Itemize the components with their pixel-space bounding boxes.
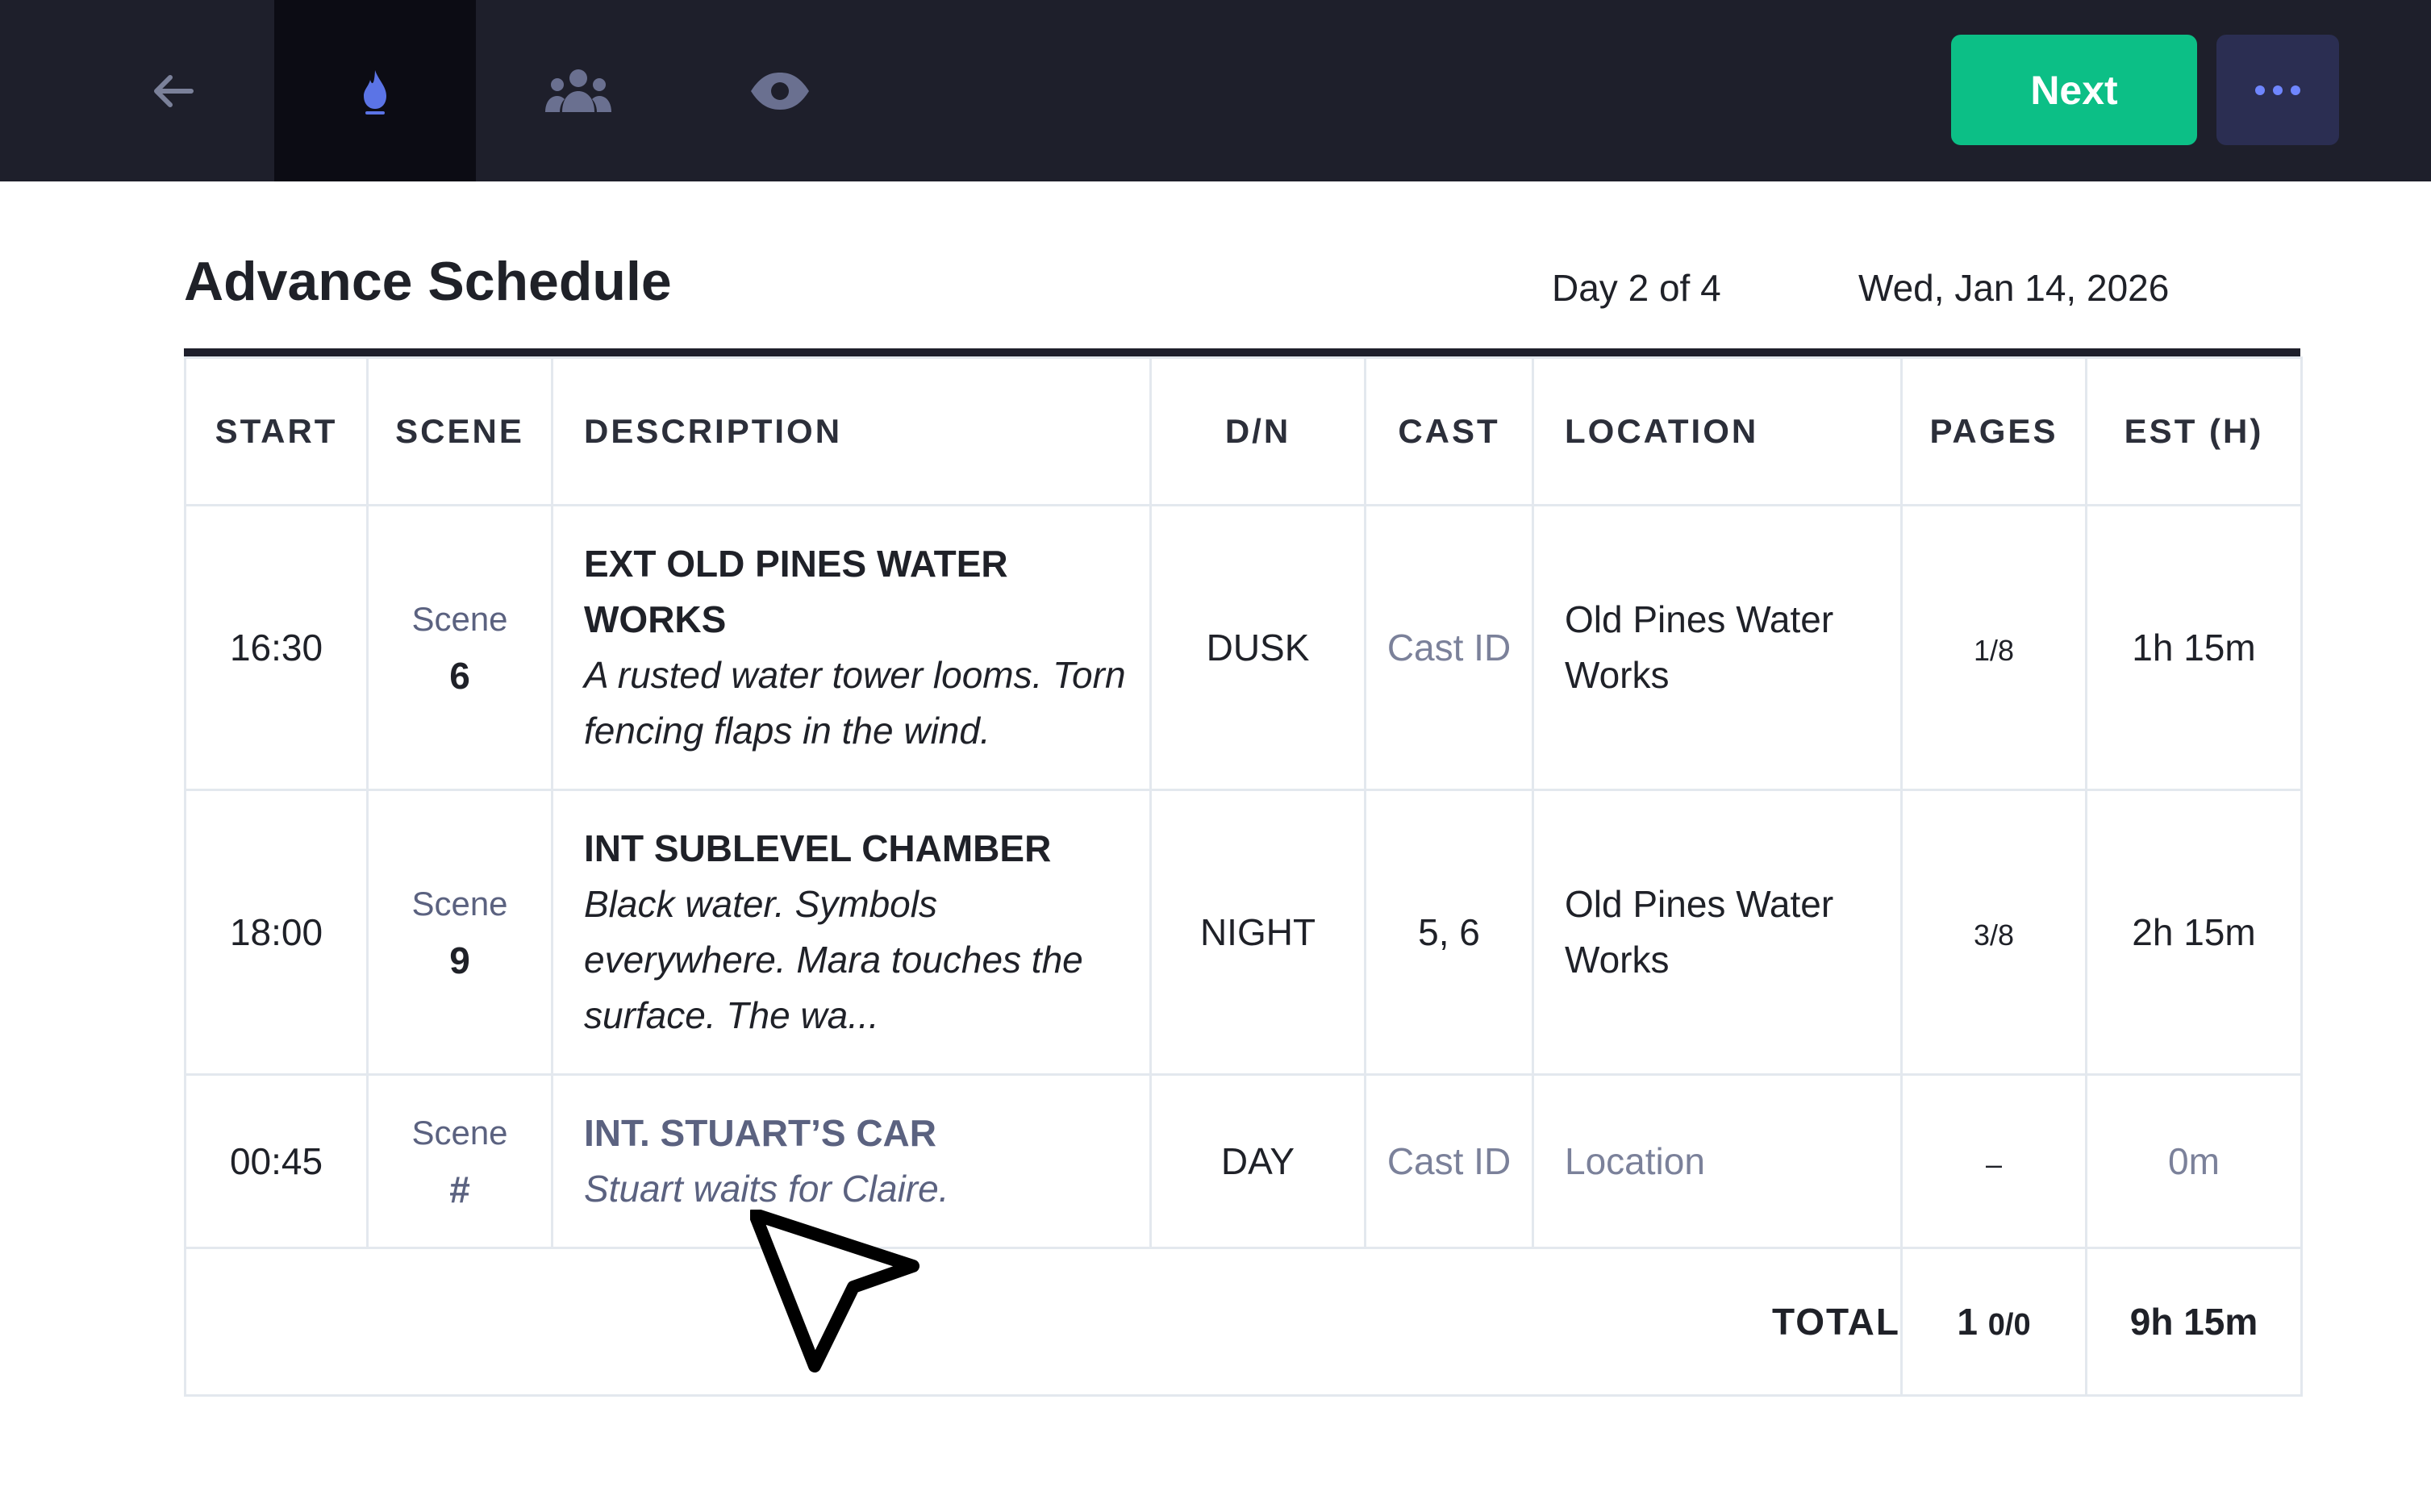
- scene-label: Scene: [411, 885, 508, 923]
- table-row[interactable]: 18:00 Scene 9 INT SUBLEVEL CHAMBER Black…: [184, 789, 2303, 1076]
- cast-placeholder: Cast ID: [1386, 627, 1512, 669]
- top-toolbar: Next: [0, 0, 2431, 181]
- scene-heading: INT. STUART’S CAR: [584, 1112, 936, 1154]
- more-options-button[interactable]: [2216, 35, 2339, 145]
- cast-cell[interactable]: Cast ID: [1364, 1073, 1534, 1249]
- scene-number: 9: [449, 939, 470, 981]
- scene-heading: INT SUBLEVEL CHAMBER: [584, 827, 1052, 869]
- total-label: TOTAL: [184, 1247, 1903, 1397]
- scene-number: 6: [449, 655, 470, 697]
- scene-synopsis: Stuart waits for Claire.: [584, 1168, 949, 1210]
- next-button[interactable]: Next: [1951, 35, 2197, 145]
- scene-heading: EXT OLD PINES WATER WORKS: [584, 543, 1008, 640]
- scene-cell[interactable]: Scene #: [366, 1073, 553, 1249]
- day-night-cell[interactable]: NIGHT: [1149, 789, 1366, 1076]
- start-time[interactable]: 16:30: [184, 504, 369, 791]
- eye-icon: [751, 72, 809, 110]
- start-time[interactable]: 00:45: [184, 1073, 369, 1249]
- cast-placeholder: Cast ID: [1386, 1140, 1512, 1182]
- scene-synopsis: Black water. Symbols everywhere. Mara to…: [584, 883, 1083, 1036]
- column-header-description[interactable]: DESCRIPTION: [551, 356, 1152, 506]
- column-header-est[interactable]: EST (H): [2085, 356, 2303, 506]
- table-row[interactable]: 00:45 Scene # INT. STUART’S CAR Stuart w…: [184, 1073, 2303, 1249]
- flame-icon: [364, 69, 386, 115]
- arrow-left-icon: [154, 74, 194, 107]
- scene-cell[interactable]: Scene 6: [366, 504, 553, 791]
- estimate-cell[interactable]: 1h 15m: [2085, 504, 2303, 791]
- ellipsis-icon: [2255, 85, 2300, 95]
- cast-cell[interactable]: Cast ID: [1364, 504, 1534, 791]
- tab-breakdown[interactable]: [274, 0, 476, 181]
- table-row[interactable]: 16:30 Scene 6 EXT OLD PINES WATER WORKS …: [184, 504, 2303, 791]
- page-title: Advance Schedule: [184, 251, 672, 312]
- table-header-row: START SCENE DESCRIPTION D/N CAST LOCATIO…: [184, 356, 2303, 506]
- scene-label: Scene: [411, 1114, 508, 1152]
- scene-number: #: [449, 1168, 470, 1210]
- tab-cast[interactable]: [477, 0, 679, 181]
- schedule-table: START SCENE DESCRIPTION D/N CAST LOCATIO…: [184, 356, 2303, 1397]
- scene-cell[interactable]: Scene 9: [366, 789, 553, 1076]
- estimate-value: 0m: [2168, 1140, 2220, 1182]
- pages-cell[interactable]: 3/8: [1900, 789, 2087, 1076]
- day-night-cell[interactable]: DUSK: [1149, 504, 1366, 791]
- pages-value: 3/8: [1973, 918, 2015, 952]
- total-estimate: 9h 15m: [2085, 1247, 2303, 1397]
- total-pages: 1 0/0: [1900, 1247, 2087, 1397]
- location-placeholder: Location: [1565, 1139, 1705, 1182]
- pages-cell[interactable]: –: [1900, 1073, 2087, 1249]
- column-header-start[interactable]: START: [184, 356, 369, 506]
- description-cell[interactable]: INT SUBLEVEL CHAMBER Black water. Symbol…: [551, 789, 1152, 1076]
- day-night-cell[interactable]: DAY: [1149, 1073, 1366, 1249]
- total-pages-whole: 1: [1957, 1301, 1978, 1343]
- location-cell[interactable]: Old Pines Water Works: [1532, 504, 1903, 791]
- scene-label: Scene: [411, 600, 508, 638]
- users-icon: [545, 69, 611, 112]
- estimate-cell[interactable]: 2h 15m: [2085, 789, 2303, 1076]
- estimate-cell[interactable]: 0m: [2085, 1073, 2303, 1249]
- pages-value: –: [1985, 1148, 2003, 1181]
- column-header-cast[interactable]: CAST: [1364, 356, 1534, 506]
- column-header-pages[interactable]: PAGES: [1900, 356, 2087, 506]
- column-header-dn[interactable]: D/N: [1149, 356, 1366, 506]
- title-divider: [184, 348, 2300, 356]
- day-indicator: Day 2 of 4: [1552, 267, 1721, 309]
- pages-cell[interactable]: 1/8: [1900, 504, 2087, 791]
- cast-cell[interactable]: 5, 6: [1364, 789, 1534, 1076]
- shoot-date: Wed, Jan 14, 2026: [1858, 267, 2170, 309]
- back-button[interactable]: [73, 0, 274, 181]
- start-time[interactable]: 18:00: [184, 789, 369, 1076]
- total-pages-fraction: 0/0: [1987, 1308, 2031, 1342]
- description-cell[interactable]: EXT OLD PINES WATER WORKS A rusted water…: [551, 504, 1152, 791]
- description-cell[interactable]: INT. STUART’S CAR Stuart waits for Clair…: [551, 1073, 1152, 1249]
- column-header-scene[interactable]: SCENE: [366, 356, 553, 506]
- total-row: TOTAL 1 0/0 9h 15m: [184, 1247, 2303, 1397]
- column-header-location[interactable]: LOCATION: [1532, 356, 1903, 506]
- tab-preview[interactable]: [679, 0, 881, 181]
- location-cell[interactable]: Location: [1532, 1073, 1903, 1249]
- location-cell[interactable]: Old Pines Water Works: [1532, 789, 1903, 1076]
- pages-value: 1/8: [1973, 634, 2015, 667]
- scene-synopsis: A rusted water tower looms. Torn fencing…: [584, 654, 1126, 752]
